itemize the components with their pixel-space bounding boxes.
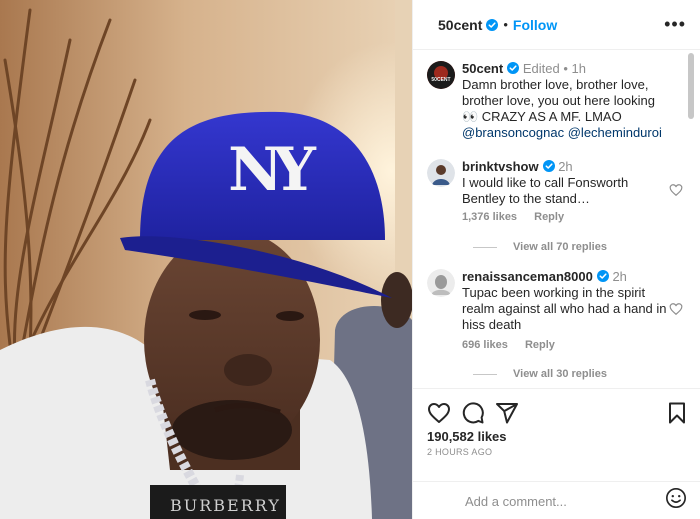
comment-body: I would like to call Fonsworth Bentley t… bbox=[462, 175, 629, 206]
caption-time: 1h bbox=[571, 61, 586, 76]
heart-icon[interactable] bbox=[427, 401, 451, 425]
caption-text: 50cent Edited • 1h Damn brother love, br… bbox=[462, 61, 674, 141]
caption-username[interactable]: 50cent bbox=[462, 61, 503, 76]
comment-username[interactable]: renaissanceman8000 bbox=[462, 269, 593, 284]
verified-badge-icon bbox=[542, 160, 555, 172]
bookmark-icon[interactable] bbox=[665, 401, 689, 425]
comment-username[interactable]: brinktvshow bbox=[462, 159, 539, 174]
follow-button[interactable]: Follow bbox=[513, 17, 557, 33]
verified-badge-icon bbox=[486, 18, 499, 31]
cap-logo: NY bbox=[228, 135, 316, 205]
view-replies-label[interactable]: View all 30 replies bbox=[513, 368, 607, 380]
more-icon[interactable]: ••• bbox=[664, 15, 686, 33]
verified-badge-icon bbox=[507, 62, 520, 74]
comment-icon[interactable] bbox=[461, 401, 485, 425]
caption-body: Damn brother love, brother love, brother… bbox=[462, 77, 655, 124]
comment-item: brinktvshow 2h I would like to call Fons… bbox=[427, 159, 689, 259]
action-icons-row bbox=[427, 401, 689, 425]
instagram-post-window: NY BURBERRY 50cent • Follow ••• 50CENT 5… bbox=[0, 0, 700, 519]
comments-list[interactable]: 50CENT 50cent Edited • 1h Damn brother l… bbox=[413, 51, 700, 387]
emoji-icon[interactable] bbox=[665, 487, 687, 509]
replies-divider bbox=[473, 373, 497, 375]
comment-time: 2h bbox=[612, 269, 627, 284]
edited-label: Edited bbox=[522, 61, 560, 76]
view-replies-button[interactable]: View all 30 replies bbox=[473, 368, 607, 380]
shirt-print: BURBERRY bbox=[170, 496, 281, 515]
post-timestamp: 2 HOURS AGO bbox=[427, 447, 493, 457]
comment-likes[interactable]: 1,376 likes bbox=[462, 211, 517, 223]
post-side-panel: 50cent • Follow ••• 50CENT 50cent Edited… bbox=[412, 0, 700, 519]
post-header: 50cent • Follow ••• bbox=[413, 0, 700, 50]
view-replies-label[interactable]: View all 70 replies bbox=[513, 241, 607, 253]
comment-likes[interactable]: 696 likes bbox=[462, 339, 508, 351]
verified-badge-icon bbox=[596, 270, 609, 282]
mention-link[interactable]: @bransoncognac bbox=[462, 125, 564, 140]
author-username[interactable]: 50cent bbox=[438, 17, 482, 33]
avatar-image bbox=[427, 269, 455, 297]
comments-scrollbar[interactable] bbox=[688, 51, 698, 387]
like-comment-heart-icon[interactable] bbox=[669, 183, 683, 197]
avatar[interactable]: 50CENT bbox=[427, 61, 455, 89]
comment-meta-row: 696 likes Reply bbox=[462, 339, 569, 351]
avatar-logo-text: 50CENT bbox=[431, 77, 451, 83]
caption-separator: • bbox=[563, 61, 568, 76]
comment-text: brinktvshow 2h I would like to call Fons… bbox=[462, 159, 670, 207]
share-icon[interactable] bbox=[495, 401, 519, 425]
comment-item: renaissanceman8000 2h Tupac been working… bbox=[427, 269, 689, 387]
avatar-image bbox=[427, 61, 455, 89]
reply-button[interactable]: Reply bbox=[534, 211, 564, 223]
view-replies-button[interactable]: View all 70 replies bbox=[473, 241, 607, 253]
post-photo[interactable]: NY BURBERRY bbox=[0, 0, 412, 519]
post-likes-count[interactable]: 190,582 likes bbox=[427, 429, 507, 444]
separator-dot: • bbox=[503, 17, 508, 32]
comment-meta-row: 1,376 likes Reply bbox=[462, 211, 578, 223]
avatar[interactable] bbox=[427, 269, 455, 297]
comment-body: Tupac been working in the spirit realm a… bbox=[462, 285, 667, 332]
replies-divider bbox=[473, 246, 497, 248]
caption-block: 50CENT 50cent Edited • 1h Damn brother l… bbox=[427, 61, 689, 151]
avatar[interactable] bbox=[427, 159, 455, 187]
avatar-image bbox=[427, 159, 455, 187]
comment-text: renaissanceman8000 2h Tupac been working… bbox=[462, 269, 670, 333]
add-comment-input[interactable]: Add a comment... bbox=[413, 481, 700, 519]
reply-button[interactable]: Reply bbox=[525, 339, 555, 351]
comment-time: 2h bbox=[558, 159, 573, 174]
photo-illustration bbox=[0, 0, 412, 519]
post-actions: 190,582 likes 2 HOURS AGO Add a comment.… bbox=[413, 388, 700, 519]
like-comment-heart-icon[interactable] bbox=[669, 302, 683, 316]
mention-link[interactable]: @lecheminduroi bbox=[568, 125, 662, 140]
